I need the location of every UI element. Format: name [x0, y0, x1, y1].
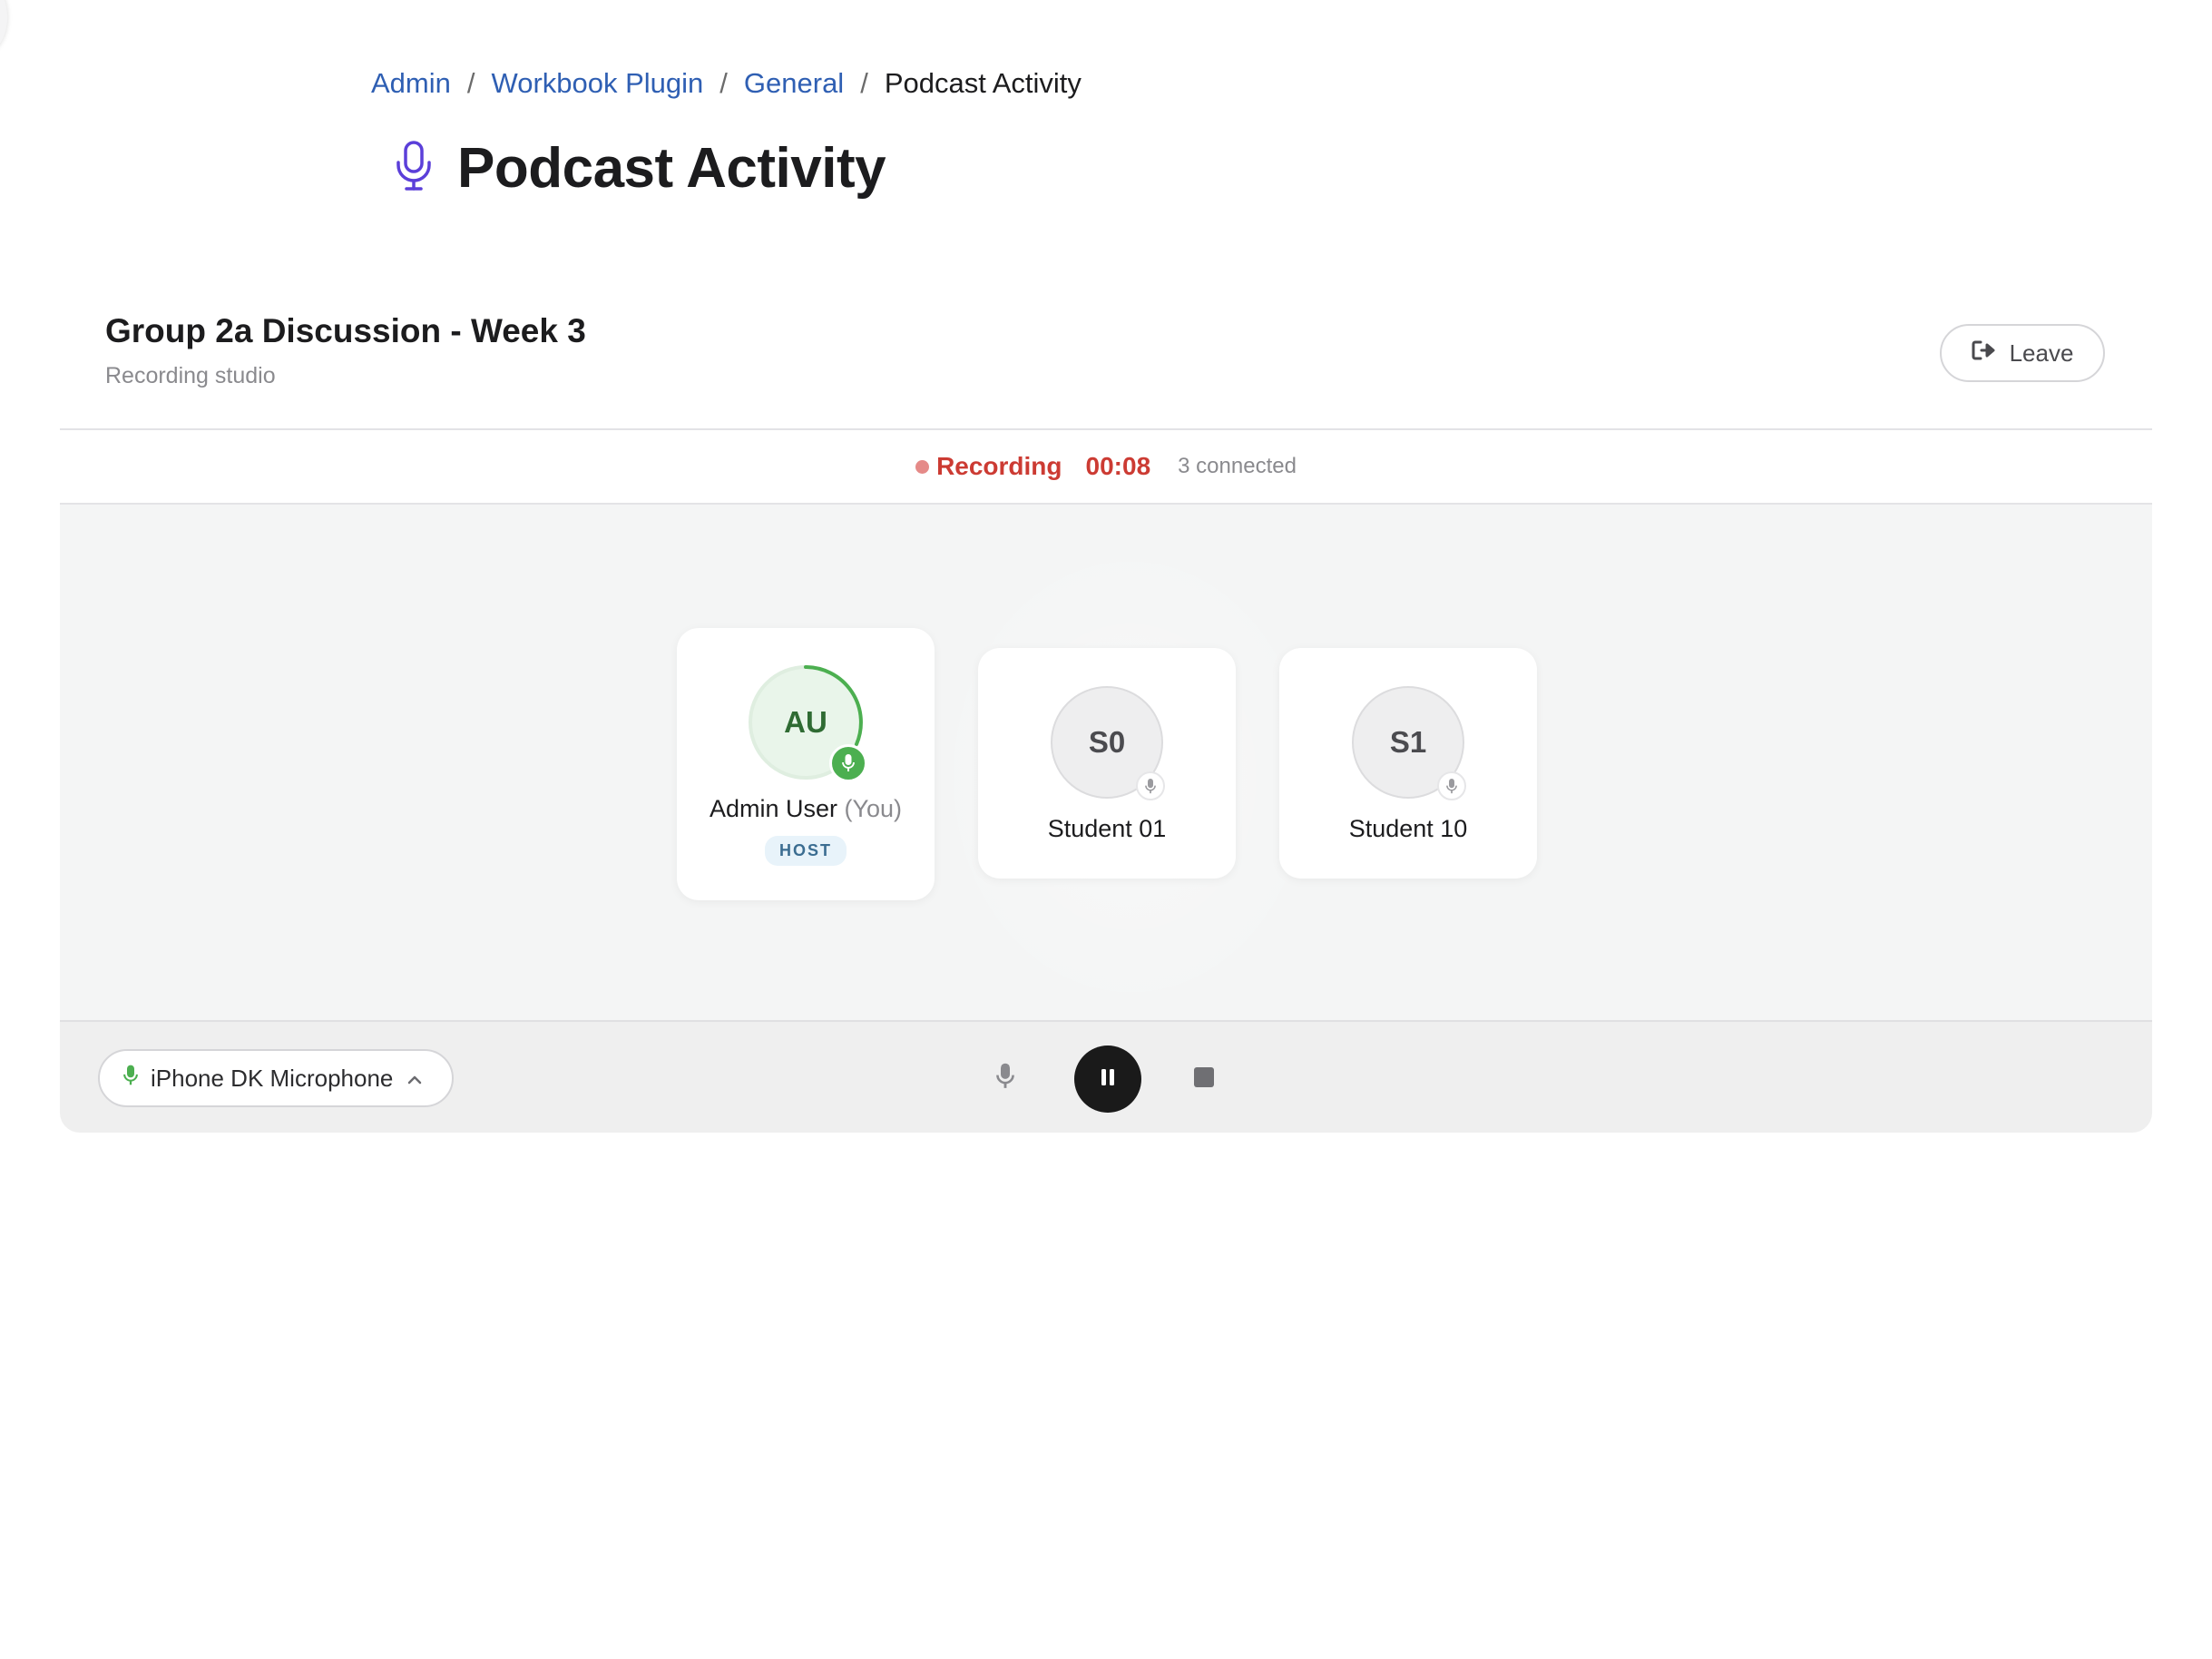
pause-recording-button[interactable] [1074, 1045, 1141, 1113]
leave-icon [1972, 339, 1997, 368]
participant-card-student-10: S1 Student 10 [1279, 648, 1537, 879]
host-badge: HOST [764, 836, 847, 866]
avatar-wrap: S0 [1051, 686, 1165, 800]
session-subtitle: Recording studio [105, 363, 276, 388]
participants-stage: AU Admin User (You) HOST S0 Student 01 S… [60, 505, 2152, 1031]
participant-card-student-01: S0 Student 01 [978, 648, 1236, 879]
participant-card-admin-user: AU Admin User (You) HOST [677, 628, 935, 900]
chevron-up-icon [406, 1065, 424, 1093]
breadcrumb-general-link[interactable]: General [744, 67, 844, 100]
participant-name: Admin User (You) [710, 795, 902, 823]
leave-button[interactable]: Leave [1940, 324, 2105, 382]
recording-dot [915, 459, 930, 474]
participant-name: Student 01 [1047, 815, 1167, 842]
connected-count: 3 connected [1178, 454, 1297, 478]
recording-label: Recording [936, 452, 1062, 480]
sidebar-edge [0, 0, 7, 53]
breadcrumb: Admin / Workbook Plugin / General / Podc… [371, 67, 1082, 100]
stop-recording-button[interactable] [1189, 1064, 1219, 1095]
recording-controls: iPhone DK Microphone [60, 1020, 2152, 1133]
mute-toggle-button[interactable] [985, 1058, 1025, 1098]
microphone-idle-icon [1136, 771, 1165, 800]
breadcrumb-separator: / [719, 67, 728, 99]
session-header: Group 2a Discussion - Week 3 Recording s… [105, 312, 2147, 389]
pause-icon [1099, 1067, 1117, 1092]
avatar-wrap: AU [749, 665, 867, 782]
breadcrumb-separator: / [466, 67, 475, 99]
microphone-icon [396, 141, 432, 196]
microphone-device-label: iPhone DK Microphone [151, 1064, 394, 1092]
breadcrumb-current: Podcast Activity [884, 67, 1082, 99]
page-header: Podcast Activity [396, 136, 886, 201]
avatar-wrap: S1 [1352, 686, 1466, 800]
breadcrumb-separator: / [860, 67, 868, 99]
you-tag: (You) [844, 795, 903, 822]
page-title: Podcast Activity [457, 137, 886, 200]
recording-timer: 00:08 [1085, 452, 1151, 480]
leave-label: Leave [2009, 339, 2074, 367]
microphone-live-icon [829, 744, 867, 782]
microphone-device-select[interactable]: iPhone DK Microphone [98, 1049, 454, 1107]
microphone-icon [996, 1063, 1014, 1095]
microphone-icon [123, 1065, 138, 1093]
participant-name-text: Admin User [709, 795, 837, 822]
participant-name: Student 10 [1348, 815, 1468, 842]
recording-studio: Recording 00:08 3 connected AU Admin Use… [60, 428, 2152, 1133]
session-title: Group 2a Discussion - Week 3 [105, 312, 586, 349]
recording-indicator: Recording [915, 452, 1062, 481]
stop-icon [1193, 1066, 1215, 1093]
microphone-idle-icon [1437, 771, 1466, 800]
recording-status-bar: Recording 00:08 3 connected [60, 430, 2152, 505]
breadcrumb-admin-link[interactable]: Admin [371, 67, 451, 100]
breadcrumb-workbook-plugin-link[interactable]: Workbook Plugin [492, 67, 704, 100]
